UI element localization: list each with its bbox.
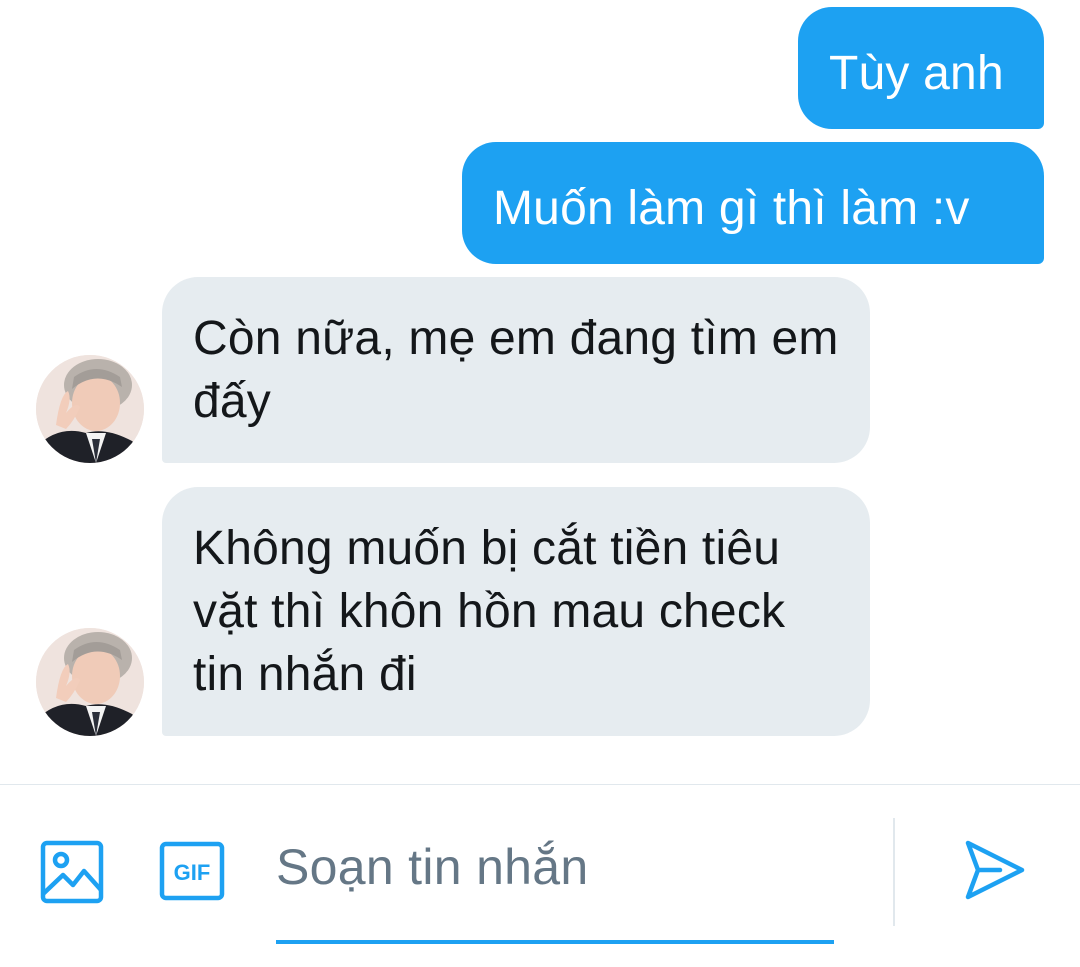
add-media-button[interactable] bbox=[40, 840, 104, 904]
message-input-placeholder: Soạn tin nhắn bbox=[276, 839, 589, 895]
message-text: Muốn làm gì thì làm :v bbox=[493, 182, 970, 235]
image-icon bbox=[40, 840, 104, 904]
message-text: Không muốn bị cắt tiền tiêu vặt thì khôn… bbox=[193, 522, 786, 701]
message-composer: GIF Soạn tin nhắn bbox=[0, 785, 1080, 967]
add-gif-button[interactable]: GIF bbox=[159, 841, 225, 901]
contact-avatar[interactable] bbox=[36, 355, 144, 463]
avatar-image bbox=[36, 628, 144, 736]
send-button[interactable] bbox=[962, 837, 1028, 903]
contact-avatar[interactable] bbox=[36, 628, 144, 736]
gif-icon: GIF bbox=[159, 841, 225, 901]
sent-message-bubble[interactable]: Tùy anh bbox=[798, 7, 1044, 129]
message-input[interactable]: Soạn tin nhắn bbox=[276, 835, 834, 899]
input-focus-underline bbox=[276, 940, 834, 944]
received-message-bubble[interactable]: Không muốn bị cắt tiền tiêu vặt thì khôn… bbox=[162, 487, 870, 736]
dm-conversation-screen: Tùy anh Muốn làm gì thì làm :v Còn nữa, … bbox=[0, 0, 1080, 967]
avatar-image bbox=[36, 355, 144, 463]
message-text: Còn nữa, mẹ em đang tìm em đấy bbox=[193, 312, 839, 428]
send-divider bbox=[893, 818, 895, 926]
sent-message-bubble[interactable]: Muốn làm gì thì làm :v bbox=[462, 142, 1044, 264]
received-message-bubble[interactable]: Còn nữa, mẹ em đang tìm em đấy bbox=[162, 277, 870, 463]
gif-label: GIF bbox=[174, 860, 211, 885]
send-icon bbox=[965, 840, 1025, 900]
message-text: Tùy anh bbox=[829, 47, 1004, 100]
